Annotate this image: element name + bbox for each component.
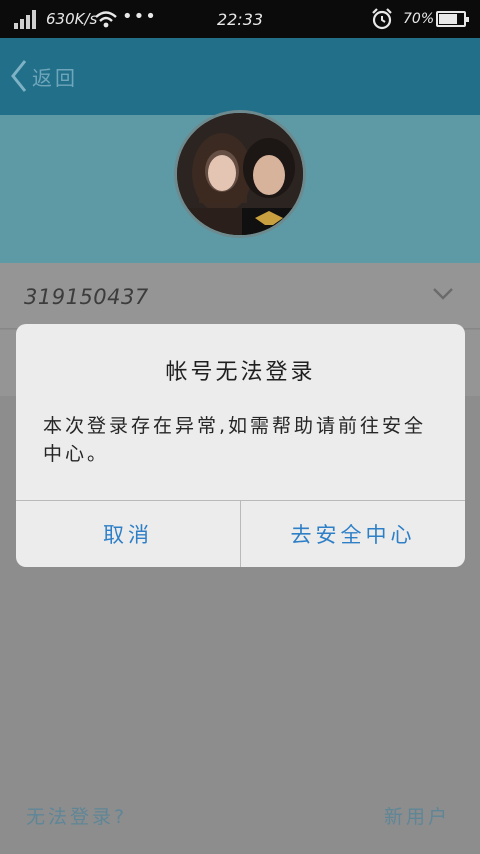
- back-button[interactable]: 返回: [10, 56, 78, 96]
- account-field[interactable]: 319150437: [0, 263, 480, 329]
- battery-icon: [436, 11, 469, 27]
- dialog-title: 帐号无法登录: [165, 360, 316, 385]
- chevron-down-icon[interactable]: [432, 286, 454, 306]
- chevron-left-icon: [10, 59, 28, 93]
- dialog-message: 本次登录存在异常,如需帮助请前往安全中心。: [43, 415, 427, 465]
- cancel-button[interactable]: 取消: [16, 501, 240, 567]
- battery-percent: 70%: [403, 11, 435, 27]
- account-input[interactable]: 319150437: [24, 285, 149, 309]
- alarm-icon: [370, 7, 394, 35]
- new-user-link[interactable]: 新用户: [384, 802, 450, 829]
- back-label: 返回: [32, 65, 78, 90]
- go-security-center-button[interactable]: 去安全中心: [241, 501, 465, 567]
- alert-dialog: 帐号无法登录 本次登录存在异常,如需帮助请前往安全中心。 取消 去安全中心: [16, 324, 465, 567]
- avatar[interactable]: [174, 110, 306, 238]
- status-bar: 630K/s ••• 22:33 70%: [0, 0, 480, 38]
- title-bar: 返回: [0, 38, 480, 115]
- cannot-login-link[interactable]: 无法登录?: [26, 802, 127, 829]
